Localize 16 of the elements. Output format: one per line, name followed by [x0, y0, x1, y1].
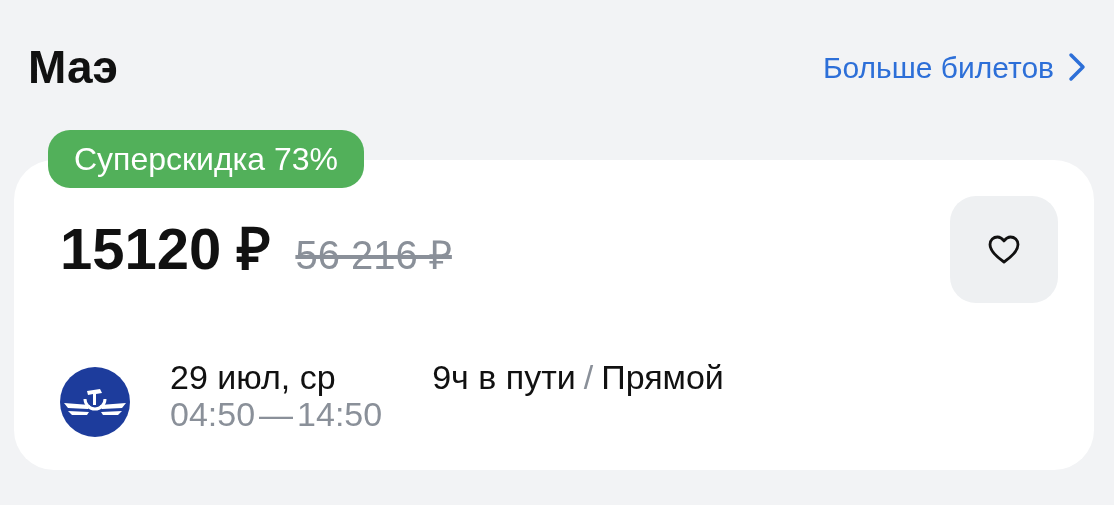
flight-duration: 9ч в пути — [432, 359, 576, 397]
old-price: 56 216 ₽ — [295, 235, 452, 275]
separator-text: / — [583, 359, 594, 397]
flight-date: 29 июл, ср — [170, 359, 337, 397]
favorite-button[interactable] — [950, 196, 1058, 303]
time-separator: — — [259, 396, 294, 434]
chevron-right-icon — [1068, 52, 1086, 82]
section-title: Маэ — [28, 44, 118, 90]
arrival-time: 14:50 — [297, 396, 383, 434]
discount-badge: Суперскидка 73% — [48, 130, 364, 188]
stops-label: Прямой — [601, 359, 724, 397]
airline-logo-icon — [60, 367, 130, 437]
more-tickets-link[interactable]: Больше билетов — [822, 44, 1086, 90]
ticket-price: 15120 ₽ — [60, 220, 272, 278]
departure-time: 04:50 — [170, 396, 256, 434]
heart-icon — [988, 234, 1020, 265]
